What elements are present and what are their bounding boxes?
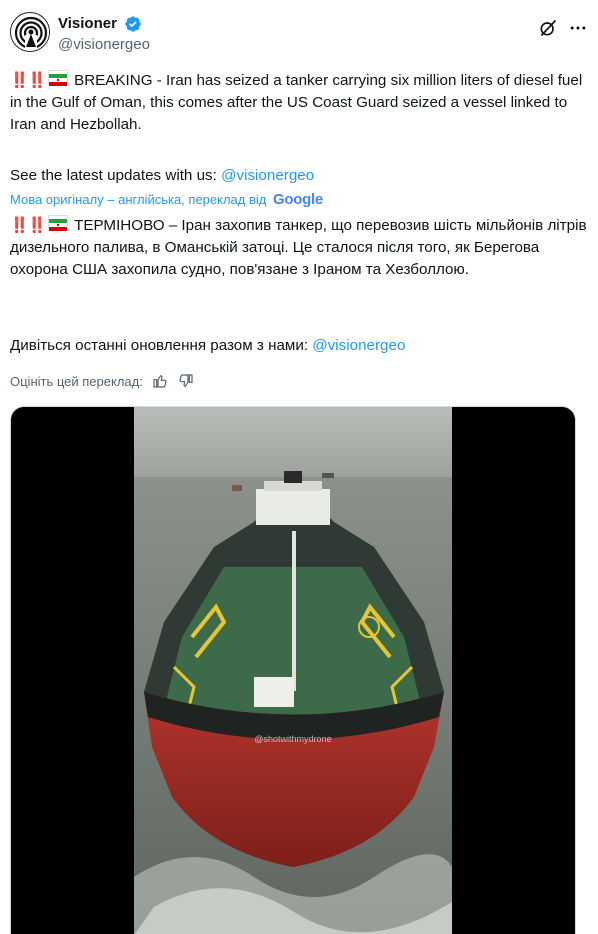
alert-emoji: ‼️‼️ — [10, 71, 47, 89]
translated-tweet-text: ‼️‼️ ТЕРМІНОВО – Іран захопив танкер, що… — [10, 214, 590, 281]
thumbs-down-icon[interactable] — [178, 373, 194, 389]
author-handle[interactable]: @visionergeo — [58, 34, 150, 56]
avatar-logo-icon — [12, 14, 49, 51]
video-watermark: @shotwithmydrone — [254, 734, 331, 744]
original-tweet-text: ‼️‼️ BREAKING - Iran has seized a tanker… — [10, 69, 590, 136]
translated-updates-line: Дивіться останні оновлення разом з нами:… — [10, 335, 590, 357]
video-player[interactable]: @shotwithmydrone — [134, 407, 452, 934]
author-display-name[interactable]: Visioner — [58, 14, 117, 34]
iran-flag-icon — [47, 70, 68, 86]
verified-badge-icon — [125, 16, 142, 32]
author-names: Visioner @visionergeo — [58, 14, 150, 56]
updates-line: See the latest updates with us: @visione… — [10, 165, 590, 187]
translated-updates-prefix: Дивіться останні оновлення разом з нами: — [10, 337, 313, 354]
translation-note[interactable]: Мова оригіналу – англійська, переклад ві… — [10, 190, 323, 210]
rate-translation: Оцініть цей переклад: — [10, 372, 194, 392]
tweet-header: Visioner @visionergeo — [10, 12, 588, 60]
updates-link[interactable]: @visionergeo — [221, 167, 314, 184]
rate-translation-label: Оцініть цей переклад: — [10, 374, 143, 389]
translated-text: ТЕРМІНОВО – Іран захопив танкер, що пере… — [10, 217, 591, 278]
alert-emoji-translated: ‼️‼️ — [10, 216, 47, 234]
more-icon[interactable] — [568, 18, 588, 38]
tanker-ship-video-frame: @shotwithmydrone — [134, 407, 452, 934]
media-container[interactable]: @shotwithmydrone — [10, 406, 576, 934]
thumbs-up-icon[interactable] — [152, 373, 168, 389]
avatar[interactable] — [10, 12, 50, 52]
grok-icon[interactable] — [538, 18, 558, 38]
translation-note-text: Мова оригіналу – англійська, переклад ві… — [10, 192, 267, 207]
updates-prefix: See the latest updates with us: — [10, 167, 222, 184]
iran-flag-icon — [47, 215, 68, 231]
translated-updates-link[interactable]: @visionergeo — [312, 337, 405, 354]
google-logo: Google — [273, 191, 323, 208]
original-text: BREAKING - Iran has seized a tanker carr… — [10, 72, 587, 133]
